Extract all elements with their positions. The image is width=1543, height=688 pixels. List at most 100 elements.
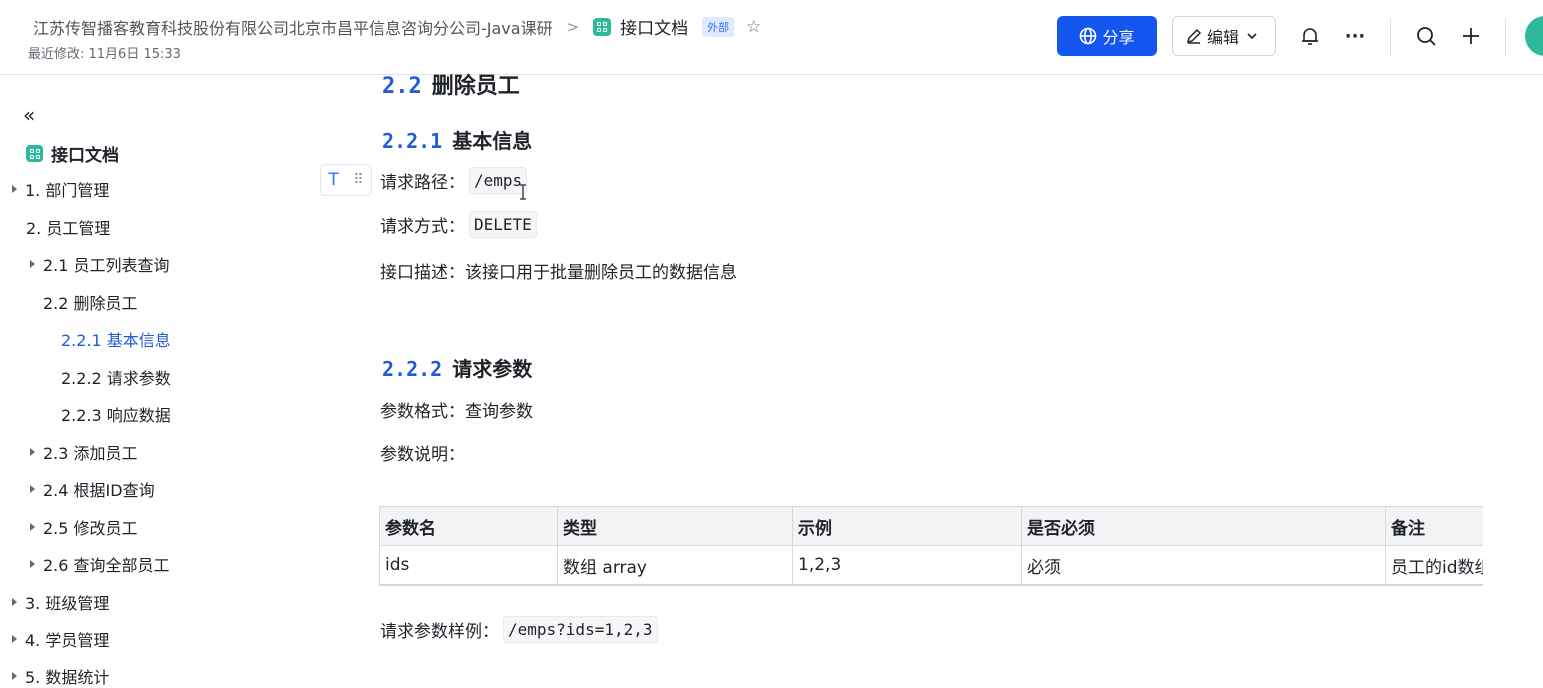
param-format: 参数格式：查询参数 <box>380 402 533 422</box>
divider <box>1390 18 1391 56</box>
globe-icon <box>1080 27 1097 45</box>
sidebar-title-label: 接口文档 <box>51 146 119 166</box>
nav-label: 2.2 删除员工 <box>43 294 138 313</box>
external-badge: 外部 <box>702 16 735 37</box>
nav-label: 1. 部门管理 <box>25 181 110 200</box>
sidebar-item-class[interactable]: 3. 班级管理 <box>12 590 109 614</box>
breadcrumb: 江苏传智播客教育科技股份有限公司北京市昌平信息咨询分公司-Java课研 > 接口… <box>33 14 761 39</box>
last-modified: 最近修改: 11月6日 15:33 <box>28 47 181 62</box>
doc-icon <box>593 17 612 36</box>
expand-icon[interactable] <box>30 448 35 456</box>
pencil-icon <box>1186 28 1202 44</box>
request-path: 请求路径： /emps <box>380 167 528 194</box>
request-method: 请求方式： DELETE <box>380 211 537 238</box>
request-method-label: 请求方式： <box>380 217 465 237</box>
heading-number: 2.2 <box>382 74 422 99</box>
share-label: 分享 <box>1102 28 1135 47</box>
nav-label: 4. 学员管理 <box>25 631 110 650</box>
param-description: 参数说明： <box>380 445 465 465</box>
api-description: 接口描述：该接口用于批量删除员工的数据信息 <box>380 263 737 283</box>
sidebar-doc-title[interactable]: 接口文档 <box>26 141 119 166</box>
nav-label: 2.3 添加员工 <box>43 444 138 463</box>
avatar[interactable] <box>1525 16 1543 56</box>
sidebar-item-student[interactable]: 4. 学员管理 <box>12 627 109 651</box>
request-example-label: 请求参数样例： <box>380 622 499 642</box>
nav-label: 5. 数据统计 <box>25 668 110 687</box>
edit-button[interactable]: 编辑 <box>1172 16 1276 56</box>
table-header-cell[interactable]: 类型 <box>557 506 793 546</box>
breadcrumb-separator: > <box>566 17 580 36</box>
table-cell[interactable]: 员工的id数组 <box>1385 545 1483 584</box>
table-cell[interactable]: 1,2,3 <box>792 545 1022 584</box>
sidebar-item-emp-delete[interactable]: 2.2 删除员工 <box>43 290 138 314</box>
nav-label: 2.2.2 请求参数 <box>61 369 171 388</box>
table-header-row: 参数名 类型 示例 是否必须 备注 <box>379 506 1483 546</box>
sidebar-item-basic-info[interactable]: 2.2.1 基本信息 <box>61 327 171 351</box>
expand-icon[interactable] <box>30 523 35 531</box>
text-cursor-icon <box>520 184 526 200</box>
nav-label: 2.6 查询全部员工 <box>43 556 170 575</box>
drag-handle-icon[interactable]: ⠿ <box>353 172 363 188</box>
share-button[interactable]: 分享 <box>1057 16 1157 56</box>
table-cell[interactable]: 必须 <box>1021 545 1386 584</box>
expand-icon[interactable] <box>30 485 35 493</box>
search-icon[interactable] <box>1414 24 1438 48</box>
heading-number: 2.2.1 <box>382 129 443 153</box>
doc-header: 江苏传智播客教育科技股份有限公司北京市昌平信息咨询分公司-Java课研 > 接口… <box>0 0 1543 75</box>
heading-text: 删除员工 <box>431 74 520 99</box>
sidebar-item-request-params[interactable]: 2.2.2 请求参数 <box>61 365 171 389</box>
sidebar-item-emp[interactable]: 2. 员工管理 <box>26 215 110 239</box>
table-cell[interactable]: 数组 array <box>557 545 793 584</box>
sidebar-item-emp-update[interactable]: 2.5 修改员工 <box>30 515 138 539</box>
table-header-cell[interactable]: 参数名 <box>379 506 558 546</box>
nav-label: 2.1 员工列表查询 <box>43 256 170 275</box>
request-method-code[interactable]: DELETE <box>469 211 537 238</box>
divider <box>1505 18 1506 56</box>
expand-icon[interactable] <box>12 635 17 643</box>
heading-request-params: 2.2.2 请求参数 <box>382 353 532 382</box>
breadcrumb-doc-title[interactable]: 接口文档 <box>620 14 688 39</box>
request-example-code[interactable]: /emps?ids=1,2,3 <box>503 616 658 643</box>
nav-label: 2.4 根据ID查询 <box>43 481 155 500</box>
chevron-down-icon <box>1247 33 1257 40</box>
table-header-cell[interactable]: 是否必须 <box>1021 506 1386 546</box>
bell-icon[interactable] <box>1298 24 1322 48</box>
sidebar-item-emp-list[interactable]: 2.1 员工列表查询 <box>30 252 170 276</box>
request-example: 请求参数样例： /emps?ids=1,2,3 <box>380 616 658 643</box>
table-row: ids 数组 array 1,2,3 必须 员工的id数组 <box>379 545 1483 584</box>
more-icon[interactable]: ··· <box>1343 24 1367 48</box>
table-header-cell[interactable]: 备注 <box>1385 506 1483 546</box>
nav-label: 3. 班级管理 <box>25 594 110 613</box>
expand-icon[interactable] <box>12 598 17 606</box>
expand-icon[interactable] <box>30 260 35 268</box>
star-icon[interactable]: ☆ <box>746 17 761 37</box>
nav-label: 2.2.3 响应数据 <box>61 406 171 425</box>
expand-icon[interactable] <box>30 560 35 568</box>
expand-icon[interactable] <box>12 185 17 193</box>
sidebar-item-response-data[interactable]: 2.2.3 响应数据 <box>61 402 171 426</box>
doc-icon <box>26 145 43 162</box>
plus-icon[interactable] <box>1459 24 1483 48</box>
block-toolbar[interactable]: T ⠿ <box>320 164 372 196</box>
heading-text: 请求参数 <box>452 357 533 381</box>
sidebar-item-emp-get[interactable]: 2.4 根据ID查询 <box>30 477 155 501</box>
params-table-wrap: 参数名 类型 示例 是否必须 备注 ids 数组 array 1,2,3 必须 … <box>379 506 1483 586</box>
sidebar-item-emp-add[interactable]: 2.3 添加员工 <box>30 440 138 464</box>
collapse-sidebar-icon[interactable]: « <box>23 103 35 127</box>
expand-icon[interactable] <box>12 672 17 680</box>
breadcrumb-workspace[interactable]: 江苏传智播客教育科技股份有限公司北京市昌平信息咨询分公司-Java课研 <box>33 15 553 39</box>
request-path-label: 请求路径： <box>380 173 465 193</box>
heading-delete-employee: 2.2 删除员工 <box>382 68 520 100</box>
heading-number: 2.2.2 <box>382 357 443 381</box>
sidebar-item-dept[interactable]: 1. 部门管理 <box>12 177 109 201</box>
sidebar-item-emp-all[interactable]: 2.6 查询全部员工 <box>30 552 170 576</box>
heading-text: 基本信息 <box>452 129 533 153</box>
edit-label: 编辑 <box>1206 28 1239 47</box>
table-cell[interactable]: ids <box>379 545 558 584</box>
nav-label: 2. 员工管理 <box>26 219 111 238</box>
text-type-icon[interactable]: T <box>328 170 338 190</box>
table-header-cell[interactable]: 示例 <box>792 506 1022 546</box>
nav-label: 2.5 修改员工 <box>43 519 138 538</box>
sidebar-item-stats[interactable]: 5. 数据统计 <box>12 664 109 688</box>
nav-label: 2.2.1 基本信息 <box>61 331 171 350</box>
